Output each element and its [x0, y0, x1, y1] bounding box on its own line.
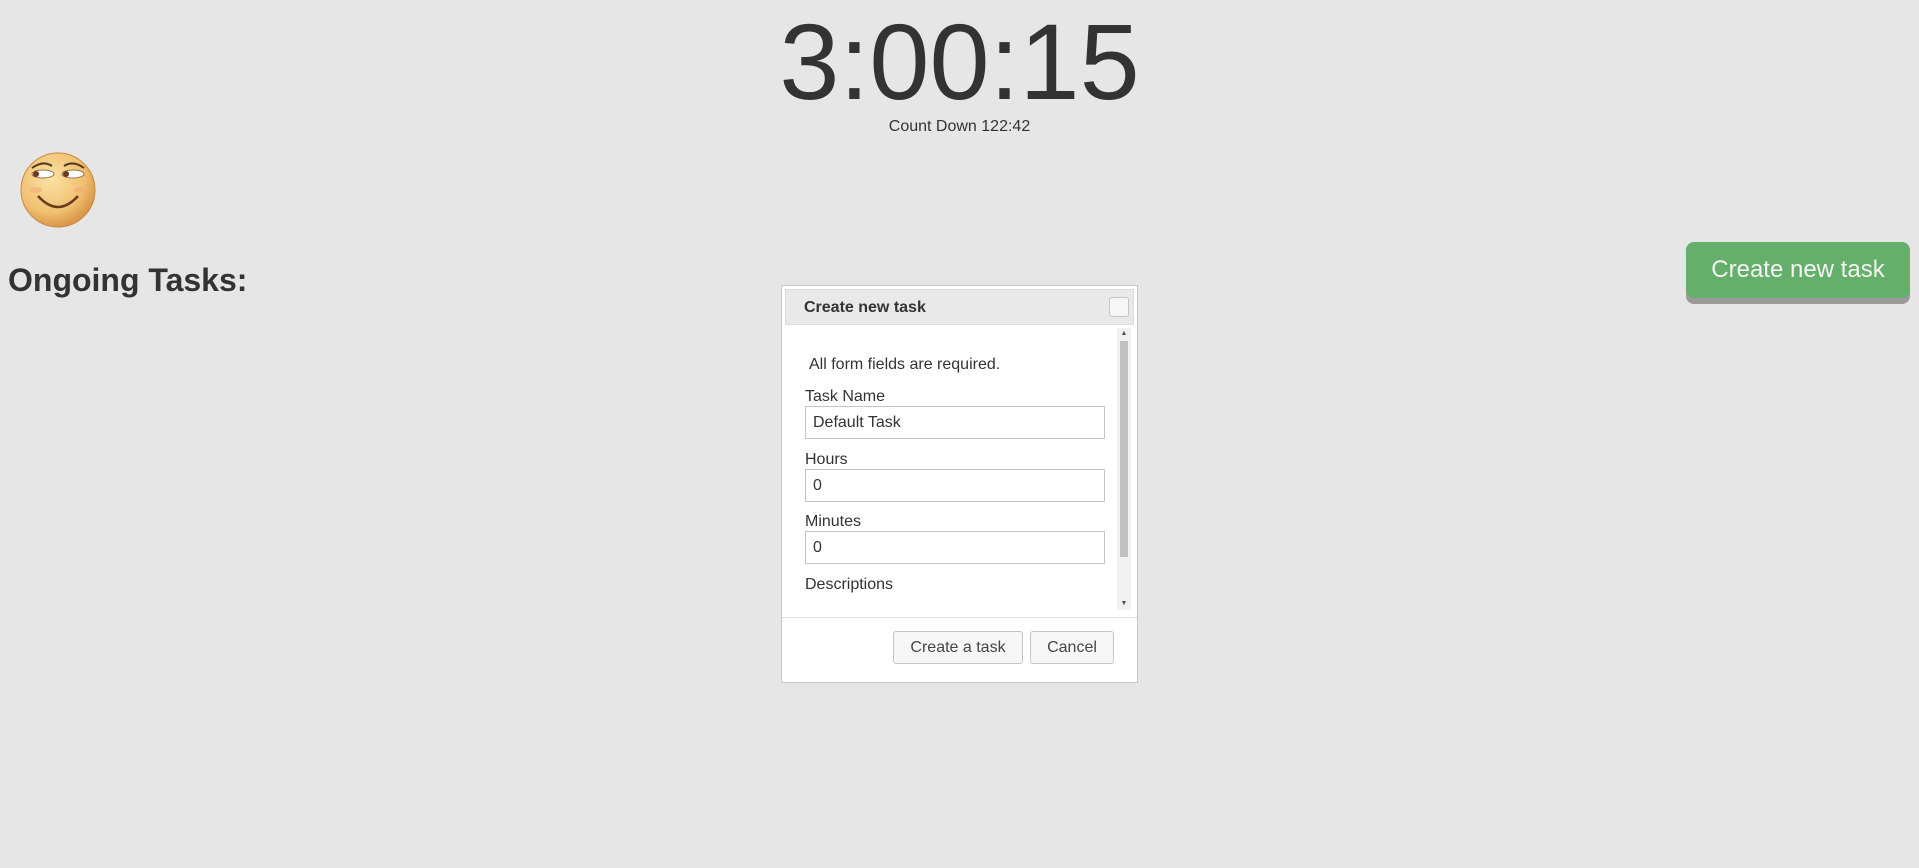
minutes-label: Minutes [805, 513, 862, 530]
minutes-input[interactable] [805, 531, 1105, 564]
dialog-scrollbar[interactable]: ▲ ▼ [1117, 328, 1131, 610]
hours-input[interactable] [805, 469, 1105, 502]
scrollbar-thumb[interactable] [1120, 341, 1128, 557]
close-icon[interactable] [1109, 297, 1129, 317]
dialog-titlebar[interactable]: Create new task [785, 289, 1134, 325]
create-new-task-button[interactable]: Create new task [1686, 242, 1910, 298]
create-a-task-button[interactable]: Create a task [893, 631, 1023, 664]
triangle-up-icon[interactable]: ▲ [1117, 328, 1131, 340]
smiley-face-icon [18, 150, 98, 230]
required-note: All form fields are required. [809, 356, 1001, 373]
dialog-button-pane: Create a task Cancel [782, 617, 1137, 684]
descriptions-label: Descriptions [805, 576, 894, 593]
create-task-dialog: Create new task All form fields are requ… [781, 285, 1138, 683]
clock-display: 3:00:15 [779, 1, 1140, 122]
cancel-button[interactable]: Cancel [1030, 631, 1114, 664]
task-name-label: Task Name [805, 388, 886, 405]
dialog-title: Create new task [804, 299, 926, 316]
dialog-content: All form fields are required. Task Name … [785, 328, 1131, 610]
triangle-down-icon[interactable]: ▼ [1117, 598, 1131, 610]
countdown-text: Count Down 122:42 [888, 118, 1031, 135]
ongoing-tasks-heading: Ongoing Tasks: [8, 262, 248, 298]
task-name-input[interactable] [805, 406, 1105, 439]
hours-label: Hours [805, 451, 848, 468]
